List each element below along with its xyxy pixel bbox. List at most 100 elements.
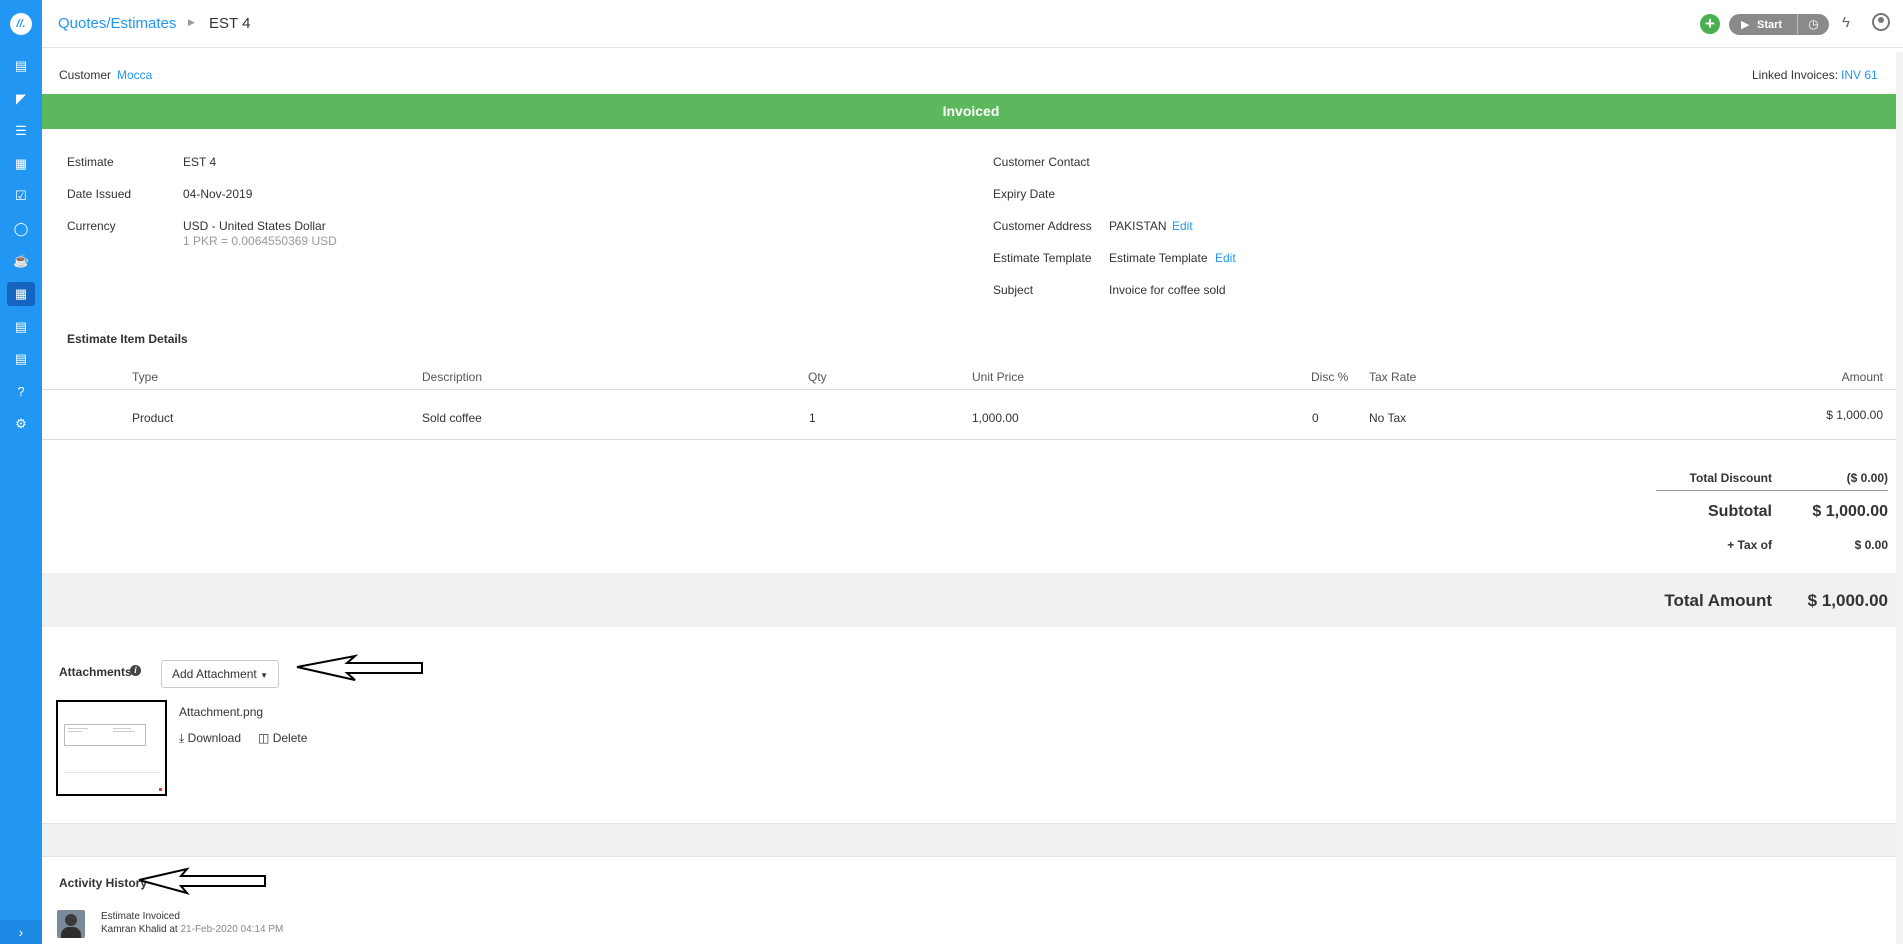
date-issued-label: Date Issued (67, 187, 132, 201)
section-divider (42, 823, 1900, 857)
folder-icon[interactable]: ◤ (13, 91, 29, 107)
total-discount-label: Total Discount (1689, 471, 1772, 485)
items-section-title: Estimate Item Details (67, 332, 188, 346)
expiry-date-label: Expiry Date (993, 187, 1056, 201)
edit-template-link[interactable]: Edit (1215, 251, 1236, 265)
add-attachment-label: Add Attachment (172, 667, 257, 681)
history-time: 21-Feb-2020 04:14 PM (180, 924, 284, 935)
column-header-unit-price: Unit Price (972, 370, 1025, 384)
total-discount-value: ($ 0.00) (1846, 471, 1888, 485)
play-icon: ▶ (1741, 19, 1750, 31)
page-scrollbar[interactable] (1896, 52, 1903, 944)
table-row: Product Sold coffee 1 1,000.00 0 No Tax … (42, 390, 1900, 440)
calendar-check-icon[interactable]: ☑ (13, 188, 29, 204)
delete-attachment-button[interactable]: ◫ Delete (258, 731, 307, 745)
currency-value: USD - United States Dollar (183, 219, 326, 233)
date-issued-value: 04-Nov-2019 (183, 187, 253, 201)
user-account-icon[interactable] (1872, 13, 1890, 31)
add-attachment-button[interactable]: Add Attachment ▼ (161, 660, 279, 688)
top-header: Quotes/Estimates ▶ EST 4 + ▶ Start ◷ ϟ (42, 0, 1903, 48)
breadcrumb-current: EST 4 (209, 15, 251, 32)
column-header-qty: Qty (808, 370, 827, 384)
estimate-template-label: Estimate Template (993, 251, 1092, 265)
calendar-icon[interactable]: ▦ (13, 156, 29, 172)
total-amount-value: $ 1,000.00 (1807, 591, 1888, 610)
add-icon[interactable]: + (1700, 14, 1720, 34)
annotation-arrow-history (138, 867, 266, 895)
timer-icon[interactable]: ◯ (13, 221, 29, 237)
thumbnail-line (113, 728, 131, 729)
start-timer-button[interactable]: ▶ Start ◷ (1729, 14, 1829, 35)
column-header-description: Description (422, 370, 483, 384)
history-user: Kamran Khalid (101, 924, 167, 935)
estimate-template-value: Estimate Template (1109, 251, 1208, 265)
caret-down-icon: ▼ (260, 671, 268, 680)
item-qty: 1 (809, 411, 816, 425)
quick-actions-bolt-icon[interactable]: ϟ (1842, 14, 1850, 31)
total-amount-band: Total Amount $ 1,000.00 (42, 573, 1900, 627)
attachment-file-name: Attachment.png (179, 705, 264, 719)
avatar (57, 910, 85, 938)
thumbnail-line (113, 731, 135, 732)
coffee-icon[interactable]: ☕ (13, 253, 29, 269)
customer-link[interactable]: Mocca (117, 68, 152, 82)
expand-sidebar-icon[interactable]: › (0, 920, 42, 944)
trash-icon: ◫ (258, 731, 270, 745)
clock-icon[interactable]: ◷ (1797, 14, 1829, 35)
column-header-tax-rate: Tax Rate (1369, 370, 1417, 384)
item-description: Sold coffee (422, 411, 482, 425)
item-type: Product (132, 411, 174, 425)
breadcrumb-root-link[interactable]: Quotes/Estimates (58, 15, 176, 32)
estimate-value: EST 4 (183, 155, 217, 169)
attachments-title: Attachments (59, 665, 132, 679)
edit-address-link[interactable]: Edit (1172, 219, 1193, 233)
delete-label: Delete (272, 731, 308, 745)
info-icon[interactable]: i (130, 665, 141, 676)
thumbnail-line (68, 728, 88, 729)
help-icon[interactable]: ? (13, 384, 29, 400)
thumbnail-marker (159, 788, 162, 791)
attachment-thumbnail[interactable] (56, 700, 167, 796)
subject-label: Subject (993, 283, 1034, 297)
column-header-disc: Disc % (1311, 370, 1349, 384)
tax-label: + Tax of (1727, 538, 1772, 552)
download-attachment-button[interactable]: ⤓ Download (179, 731, 241, 746)
estimate-content: Customer Mocca Linked Invoices: INV 61 I… (42, 52, 1900, 944)
item-disc: 0 (1312, 411, 1319, 425)
currency-label: Currency (67, 219, 116, 233)
list-icon[interactable]: ☰ (13, 123, 29, 139)
estimate-icon[interactable]: ▦ (7, 282, 35, 306)
document-icon[interactable]: ▤ (13, 58, 29, 74)
settings-icon[interactable]: ⚙ (13, 416, 29, 432)
column-header-amount: Amount (1841, 370, 1883, 384)
linked-invoice-link[interactable]: INV 61 (1841, 68, 1878, 82)
history-event: Estimate Invoiced (101, 911, 180, 922)
customer-contact-label: Customer Contact (993, 155, 1090, 169)
currency-rate: 1 PKR = 0.0064550369 USD (183, 234, 337, 248)
history-meta: Kamran Khalid at 21-Feb-2020 04:14 PM (101, 924, 283, 935)
invoice-icon[interactable]: ▤ (13, 319, 29, 335)
linked-invoices-label: Linked Invoices: (1752, 68, 1839, 82)
annotation-arrow-attachments (296, 654, 423, 681)
breadcrumb-chevron-icon: ▶ (188, 17, 195, 27)
total-amount-label: Total Amount (1664, 591, 1772, 610)
customer-label: Customer (59, 68, 112, 82)
subtotal-label: Subtotal (1708, 503, 1772, 520)
history-at: at (169, 924, 178, 935)
subtotal-value: $ 1,000.00 (1812, 503, 1888, 520)
chart-icon[interactable]: ▤ (13, 351, 29, 367)
status-banner: Invoiced (42, 94, 1900, 129)
customer-address-label: Customer Address (993, 219, 1092, 233)
app-logo[interactable]: //. (10, 13, 32, 35)
customer-address-value: PAKISTAN (1109, 219, 1167, 233)
activity-history-title: Activity History (59, 876, 148, 890)
column-header-type: Type (132, 370, 159, 384)
item-unit-price: 1,000.00 (972, 411, 1019, 425)
thumbnail-line (68, 731, 82, 732)
sidebar: //. ▤ ◤ ☰ ▦ ☑ ◯ ☕ ▦ ▤ ▤ ? ⚙ › (0, 0, 42, 944)
download-icon: ⤓ (179, 731, 185, 745)
item-tax-rate: No Tax (1369, 411, 1407, 425)
totals-divider (1656, 490, 1888, 491)
items-table-header: Type Description Qty Unit Price Disc % T… (42, 360, 1900, 390)
subject-value: Invoice for coffee sold (1109, 283, 1226, 297)
